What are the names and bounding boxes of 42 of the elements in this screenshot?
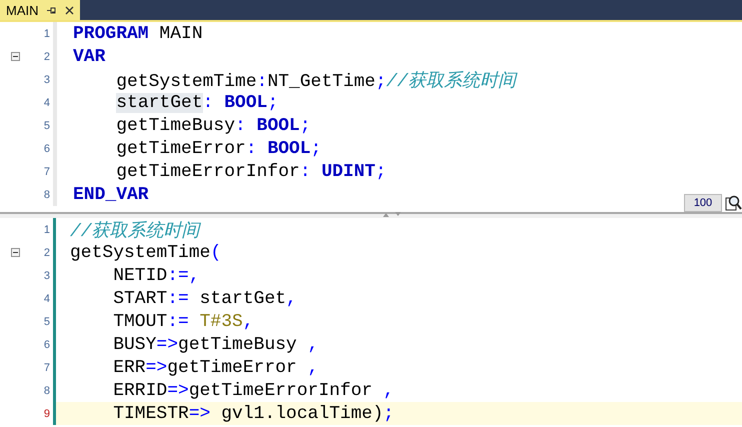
- code-line: TIMESTR=> gvl1.localTime);: [112, 404, 394, 424]
- close-icon[interactable]: [64, 6, 74, 14]
- line-number: 6: [42, 338, 50, 350]
- line-number: 3: [42, 270, 50, 282]
- line-number: 4: [42, 96, 50, 108]
- code-line: getTimeError: BOOL;: [115, 138, 322, 158]
- line-number: 6: [42, 142, 50, 154]
- code-line: BUSY=>getTimeBusy ,: [112, 334, 318, 354]
- code-line: getSystemTime:NT_GetTime;//获取系统时间: [115, 70, 516, 92]
- code-line: ERRID=>getTimeErrorInfor ,: [112, 380, 394, 400]
- line-number: 5: [42, 120, 50, 132]
- line-number: 7: [42, 166, 50, 178]
- code-line: END_VAR: [73, 184, 149, 204]
- code-line: TMOUT:= T#3S,: [112, 312, 254, 332]
- editor-tab[interactable]: MAIN: [0, 0, 80, 20]
- line-number: 1: [42, 28, 50, 40]
- code-line: getTimeErrorInfor: UDINT;: [115, 162, 386, 182]
- line-number: 5: [42, 316, 50, 328]
- line-number: 8: [42, 188, 50, 200]
- tab-title: MAIN: [6, 2, 38, 18]
- zoom-field[interactable]: 100: [684, 194, 722, 212]
- splitter-arrows-icon[interactable]: [382, 211, 402, 218]
- line-number: 7: [42, 362, 50, 374]
- code-line: getTimeBusy: BOOL;: [115, 116, 311, 136]
- magnifier-icon[interactable]: [724, 194, 742, 212]
- pin-icon[interactable]: [46, 6, 56, 14]
- code-line: getSystemTime(: [70, 242, 222, 262]
- code-line: NETID:=,: [112, 266, 200, 286]
- line-number: 2: [42, 246, 50, 258]
- code-line: //获取系统时间: [70, 220, 200, 242]
- line-number: 1: [42, 224, 50, 236]
- code-line: PROGRAM MAIN: [73, 24, 203, 44]
- line-number: 8: [42, 384, 50, 396]
- collapse-icon[interactable]: [10, 248, 20, 257]
- code-line: START:= startGet,: [112, 288, 297, 308]
- line-number: 9: [42, 408, 50, 420]
- collapse-icon[interactable]: [10, 52, 20, 61]
- code-line: ERR=>getTimeError ,: [112, 358, 318, 378]
- code-line: VAR: [73, 46, 106, 66]
- line-number: 4: [42, 292, 50, 304]
- line-number: 3: [42, 74, 50, 86]
- line-number: 2: [42, 50, 50, 62]
